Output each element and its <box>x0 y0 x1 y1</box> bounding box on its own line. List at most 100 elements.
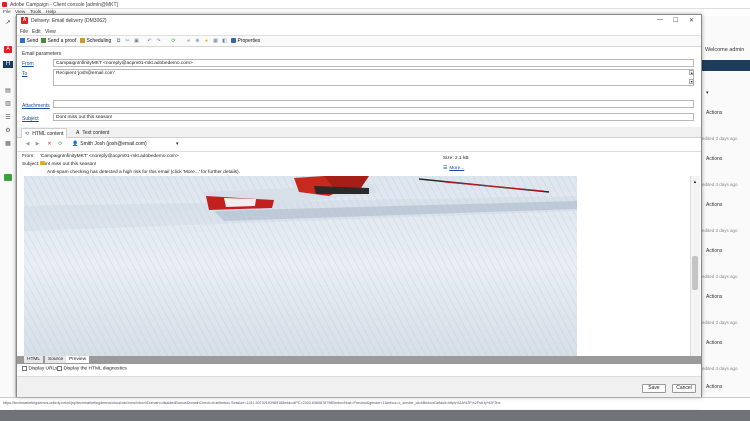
scroll-down-icon[interactable]: ▼ <box>689 79 694 84</box>
save-button[interactable]: Save <box>642 384 666 393</box>
header-blue-bar <box>700 60 750 71</box>
actions-menu-8[interactable]: Actions <box>706 384 722 390</box>
scroll-up-icon[interactable]: ▲ <box>689 70 694 75</box>
undo-icon[interactable]: ↶ <box>147 38 152 44</box>
edited-time: edited 3 days ago <box>702 182 738 187</box>
send-button[interactable]: Send <box>20 38 38 44</box>
minimize-icon[interactable]: — <box>657 17 663 23</box>
cancel-button[interactable]: Cancel <box>672 384 696 393</box>
image-icon[interactable]: ▦ <box>213 38 218 44</box>
actions-menu-6[interactable]: Actions <box>706 294 722 300</box>
welcome-text: Welcome admin <box>705 47 745 53</box>
link-icon[interactable]: ∞ <box>186 38 191 44</box>
refresh-preview-icon[interactable]: ⟳ <box>58 142 63 147</box>
checkbox-box[interactable] <box>57 366 62 371</box>
spam-warning-text: Anti-spam checking has detected a high r… <box>47 170 240 175</box>
actions-menu-3[interactable]: Actions <box>706 156 722 162</box>
dialog-title: Delivery: Email delivery (DM3062) <box>31 18 107 24</box>
calendar-icon <box>80 38 85 43</box>
translate-icon[interactable]: ⊕ <box>195 38 200 44</box>
more-icon: ☰ <box>443 166 448 171</box>
console-status-bar: https://techmarketingdemos.ontirdy.net/n… <box>0 397 750 409</box>
size-label: Size: <box>443 156 454 161</box>
from-link[interactable]: From <box>22 61 34 67</box>
home-tab-icon[interactable]: H <box>3 61 13 68</box>
adobe-logo-icon: A <box>21 17 28 24</box>
recipient-select[interactable]: 👤 Smith Josh (josh@email.com) ▾ <box>72 141 182 149</box>
report-icon[interactable]: ▦ <box>4 140 12 147</box>
actions-menu-2[interactable]: Actions <box>706 110 722 116</box>
tab-html[interactable]: HTML <box>24 356 45 363</box>
html-preview-area: ▲ <box>17 176 701 356</box>
navigation-icon[interactable]: ↗ <box>4 19 12 26</box>
tab-preview[interactable]: Preview <box>66 356 91 363</box>
lock-icon[interactable]: ● <box>204 38 209 44</box>
preview-header: From: 'CampaignInfinityMKT' <noreply@acp… <box>17 152 701 176</box>
checkbox-box[interactable] <box>22 366 27 371</box>
explorer-icon[interactable]: ▤ <box>4 87 12 94</box>
properties-button[interactable]: Properties <box>231 38 260 44</box>
more-link[interactable]: ☰ More... <box>443 166 464 171</box>
content-tabs: ⟲ HTML content A Text content <box>17 127 701 138</box>
actions-menu-7[interactable]: Actions <box>706 340 722 346</box>
html-icon[interactable]: ◧ <box>222 38 227 44</box>
email-parameters-header: Email parameters <box>22 51 62 57</box>
tab-text-content[interactable]: A Text content <box>73 128 112 138</box>
close-icon[interactable]: ✕ <box>689 17 694 24</box>
attachments-link[interactable]: Attachments <box>22 103 50 109</box>
subject-field[interactable]: Dont miss out this season! <box>53 113 694 121</box>
text-tab-icon: A <box>76 130 80 136</box>
actions-menu-4[interactable]: Actions <box>706 202 722 208</box>
scroll-up-icon[interactable]: ▲ <box>693 179 697 184</box>
edited-time: edited 3 days ago <box>702 228 738 233</box>
folder-icon[interactable]: ▥ <box>4 100 12 107</box>
actions-menu-1[interactable]: ▾ <box>706 90 709 96</box>
actions-menu-5[interactable]: Actions <box>706 248 722 254</box>
adobe-logo-icon: A <box>4 46 12 53</box>
preview-toolbar: ◀ ▶ ✕ ⟳ 👤 Smith Josh (josh@email.com) ▾ <box>17 138 701 152</box>
settings-icon[interactable]: ⚙ <box>4 127 12 134</box>
dialog-toolbar: Send Send a proof Scheduling ⧉ ✂ ▣ ↶ ↷ ⟳… <box>17 36 701 47</box>
status-url: https://techmarketingdemos.ontirdy.net/n… <box>3 401 501 405</box>
preview-scrollbar-thumb[interactable] <box>692 256 698 290</box>
to-field[interactable]: Recipient 'josh@email.com' <box>53 69 694 86</box>
console-menu-file[interactable]: File <box>3 10 11 15</box>
dialog-menu-bar: File Edit View <box>17 27 701 36</box>
preview-subject-label: Subject: <box>22 162 40 167</box>
refresh-icon[interactable]: ⟳ <box>171 38 176 44</box>
scheduling-button[interactable]: Scheduling <box>80 38 111 44</box>
tab-html-content[interactable]: ⟲ HTML content <box>21 128 68 138</box>
cut-icon[interactable]: ✂ <box>125 38 130 44</box>
proof-icon <box>41 38 46 43</box>
console-right-panel <box>700 16 750 410</box>
send-proof-button[interactable]: Send a proof <box>41 38 76 44</box>
copy-icon[interactable]: ⧉ <box>116 38 121 44</box>
attachments-field[interactable] <box>53 100 694 108</box>
back-icon[interactable]: ◀ <box>25 142 30 147</box>
preview-from-value: 'CampaignInfinityMKT' <noreply@acpm01-mk… <box>40 154 179 159</box>
html-diagnostics-checkbox[interactable]: Display the HTML diagnostics <box>57 366 127 372</box>
to-link[interactable]: To <box>22 71 27 77</box>
redo-icon[interactable]: ↷ <box>156 38 161 44</box>
warning-icon <box>40 161 45 165</box>
preview-subject-value: Dont miss out this season! <box>40 162 97 167</box>
edited-time: edited 3 days ago <box>702 274 738 279</box>
edited-time: edited 3 days ago <box>702 320 738 325</box>
preview-from-label: From: <box>22 154 35 159</box>
console-title: Adobe Campaign - Client console [admin@M… <box>10 1 118 8</box>
stop-icon[interactable]: ✕ <box>47 142 52 147</box>
adobe-logo-icon <box>2 1 7 7</box>
menu-edit[interactable]: Edit <box>32 29 41 35</box>
maximize-icon[interactable]: ☐ <box>673 17 678 24</box>
menu-file[interactable]: File <box>20 29 28 35</box>
subject-link[interactable]: Subject <box>22 116 39 122</box>
list-icon[interactable]: ☰ <box>4 114 12 121</box>
paste-icon[interactable]: ▣ <box>134 38 139 44</box>
email-parameters-panel: Email parameters From CampaignInfinityMK… <box>17 47 701 127</box>
from-field[interactable]: CampaignInfinityMKT <noreply@acpm01-mkt.… <box>53 59 694 67</box>
send-icon <box>20 38 25 43</box>
forward-icon[interactable]: ▶ <box>35 142 40 147</box>
menu-view[interactable]: View <box>45 29 56 35</box>
display-urls-checkbox[interactable]: Display URLs <box>22 366 58 372</box>
tab-source[interactable]: Source <box>45 356 68 363</box>
